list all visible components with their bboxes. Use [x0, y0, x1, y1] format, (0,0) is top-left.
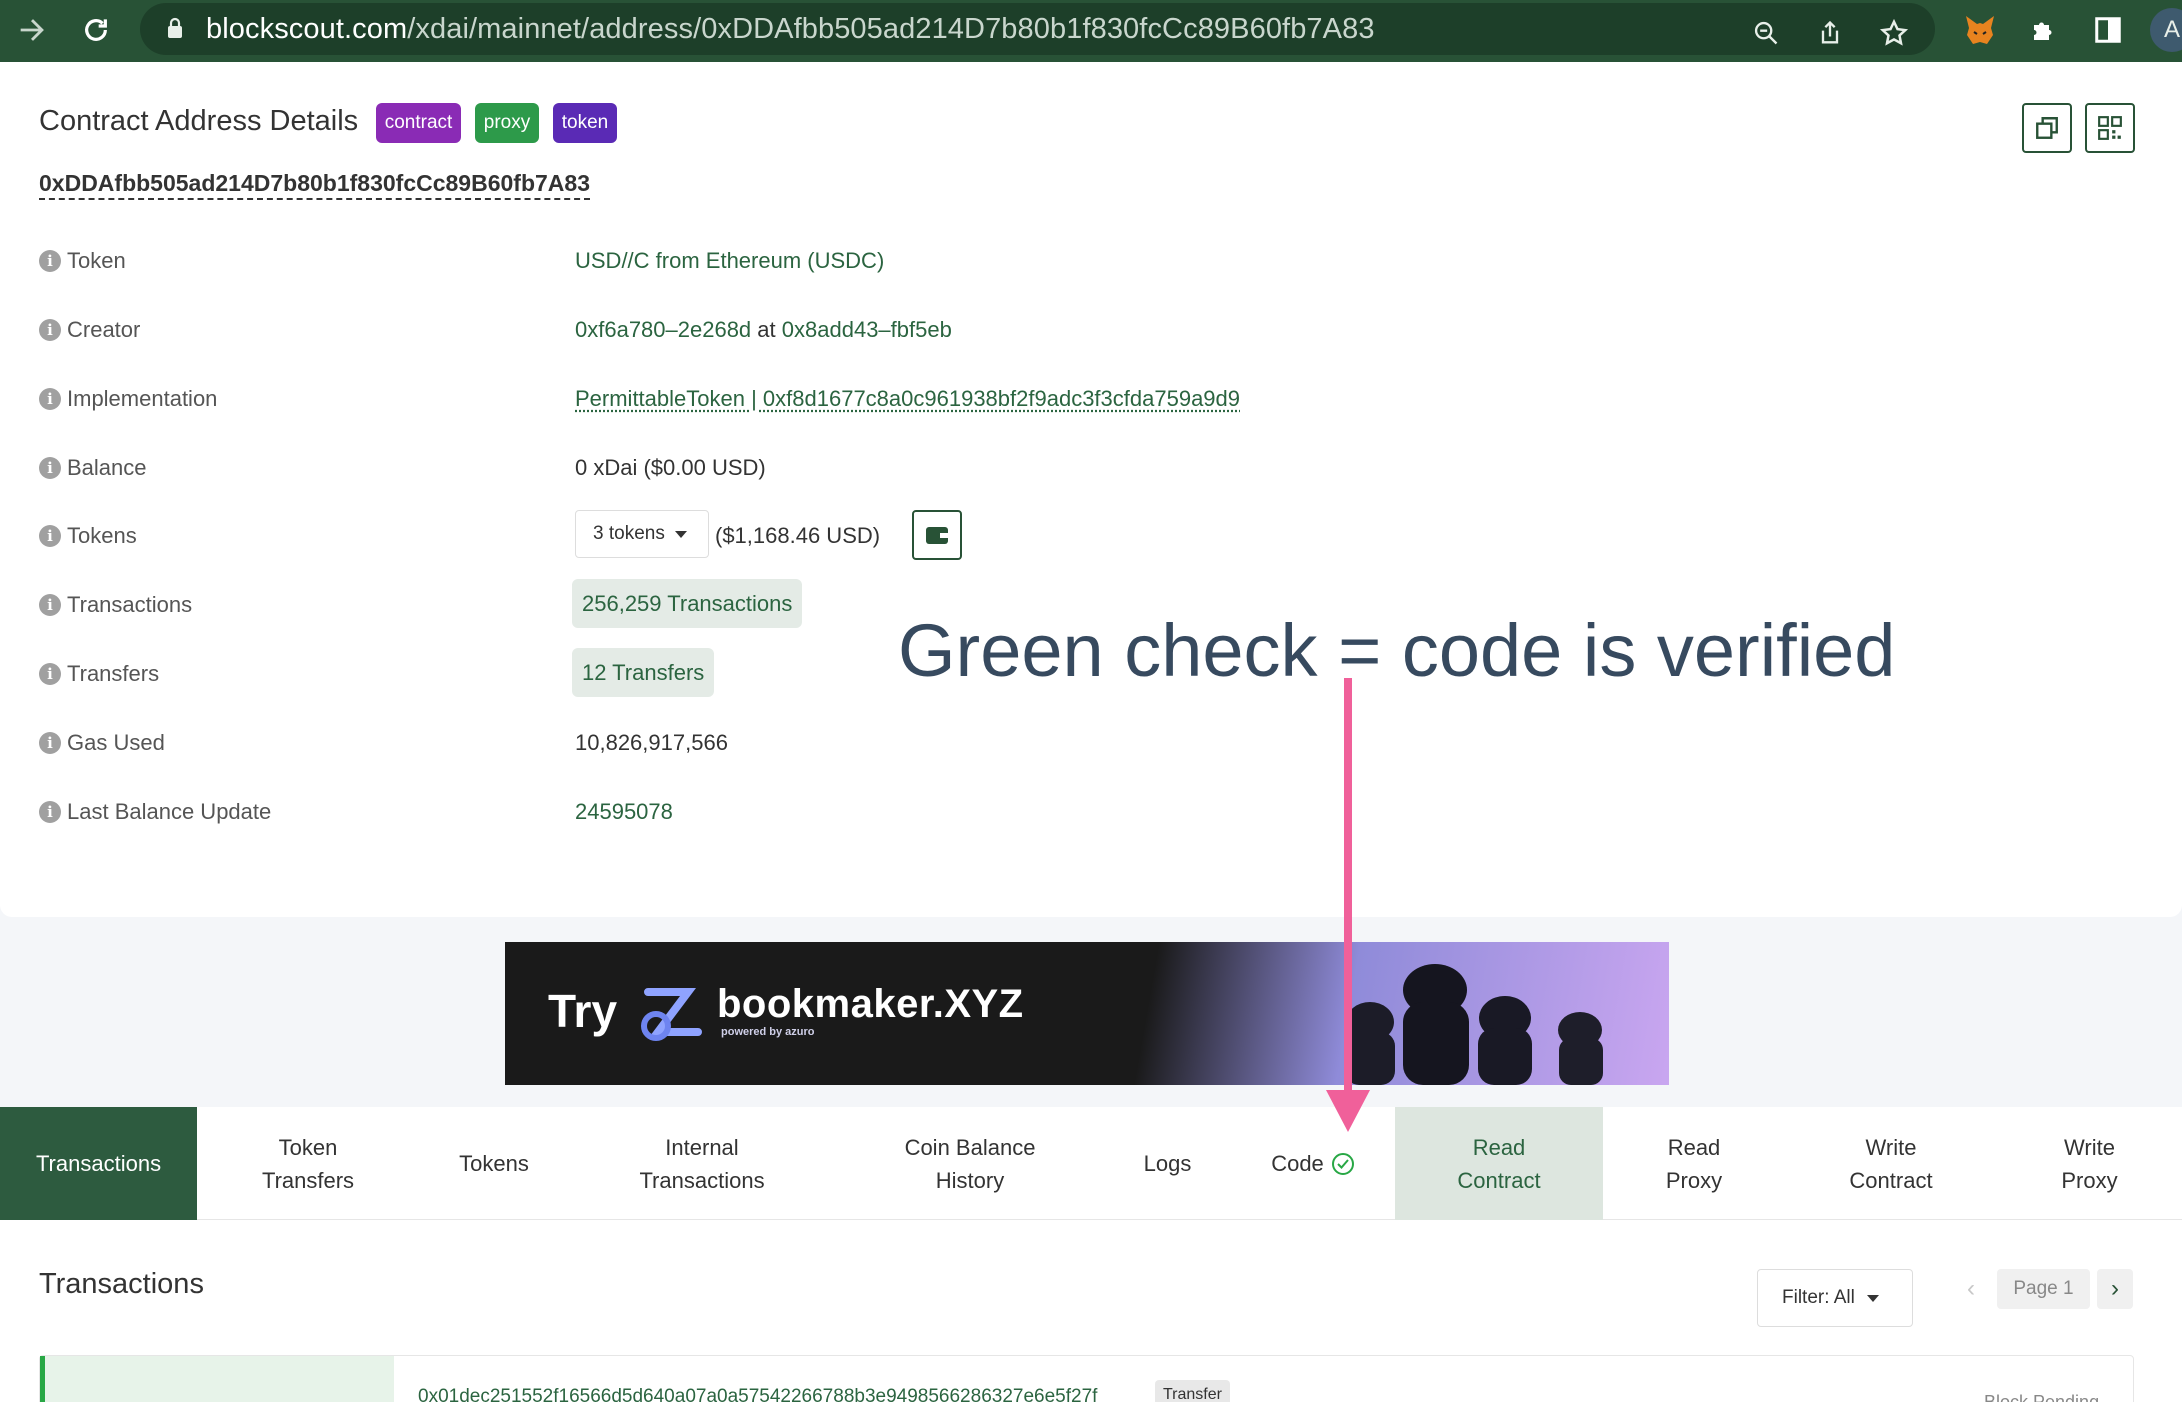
profile-avatar[interactable]: A — [2150, 8, 2182, 52]
tab-token-transfers[interactable]: Token Transfers — [197, 1107, 419, 1220]
qr-code-icon — [2097, 115, 2123, 141]
balance-value: 0 xDai ($0.00 USD) — [575, 455, 766, 481]
tx-status-cell — [40, 1356, 394, 1402]
zoom-icon[interactable] — [1746, 13, 1786, 53]
tx-block-status: Block Pending — [1984, 1392, 2099, 1402]
gas-used-label: i Gas Used — [39, 730, 165, 756]
forward-icon[interactable] — [10, 8, 54, 52]
tx-hash-link[interactable]: 0x01dec251552f16566d5d640a07a0a575422667… — [418, 1386, 1097, 1402]
info-icon[interactable]: i — [39, 594, 61, 616]
browser-toolbar: blockscout.com/xdai/mainnet/address/0xDD… — [0, 0, 2182, 62]
wallet-icon — [924, 524, 950, 546]
last-balance-update-link[interactable]: 24595078 — [575, 799, 673, 825]
tokens-usd-value: ($1,168.46 USD) — [715, 523, 880, 549]
tab-tokens[interactable]: Tokens — [419, 1107, 569, 1220]
metamask-fox-icon[interactable] — [1960, 10, 2000, 50]
caret-down-icon — [675, 531, 687, 538]
info-icon[interactable]: i — [39, 525, 61, 547]
info-icon[interactable]: i — [39, 732, 61, 754]
share-icon[interactable] — [1810, 13, 1850, 53]
transfers-label: i Transfers — [39, 661, 159, 687]
address-bar[interactable]: blockscout.com/xdai/mainnet/address/0xDD… — [140, 3, 1935, 55]
next-page-icon[interactable]: › — [2097, 1269, 2133, 1309]
tab-internal-transactions[interactable]: Internal Transactions — [569, 1107, 835, 1220]
filter-dropdown[interactable]: Filter: All — [1757, 1269, 1913, 1327]
annotation-arrow — [1318, 678, 1378, 1138]
page-indicator: Page 1 — [1997, 1269, 2090, 1309]
verified-annotation: Green check = code is verified — [898, 608, 1895, 693]
implementation-label: i Implementation — [39, 386, 217, 412]
qr-code-button[interactable] — [2085, 103, 2135, 153]
sidebar-toggle-icon[interactable] — [2088, 10, 2128, 50]
ad-powered-text: powered by azuro — [721, 1026, 815, 1038]
tab-write-contract[interactable]: Write Contract — [1785, 1107, 1997, 1220]
tab-write-proxy[interactable]: Write Proxy — [1997, 1107, 2182, 1220]
reload-icon[interactable] — [74, 8, 118, 52]
bookmaker-logo-icon — [638, 982, 708, 1044]
info-icon[interactable]: i — [39, 250, 61, 272]
ad-try-text: Try — [548, 984, 617, 1038]
info-icon[interactable]: i — [39, 457, 61, 479]
token-label: i Token — [39, 248, 126, 274]
extensions-puzzle-icon[interactable] — [2024, 10, 2064, 50]
lock-icon — [166, 17, 184, 39]
transactions-count-pill[interactable]: 256,259 Transactions — [572, 579, 802, 628]
creator-tx-link[interactable]: 0x8add43–fbf5eb — [782, 317, 952, 342]
ad-banner[interactable]: Try bookmaker.XYZ powered by azuro — [505, 942, 1669, 1085]
ad-brand-text: bookmaker.XYZ — [717, 982, 1024, 1027]
tokens-label: i Tokens — [39, 523, 137, 549]
info-icon[interactable]: i — [39, 388, 61, 410]
tokens-dropdown[interactable]: 3 tokens — [575, 510, 709, 558]
contract-address[interactable]: 0xDDAfbb505ad214D7b80b1f830fcCc89B60fb7A… — [39, 170, 590, 200]
info-icon[interactable]: i — [39, 801, 61, 823]
prev-page-icon[interactable]: ‹ — [1953, 1269, 1989, 1309]
tab-read-proxy[interactable]: Read Proxy — [1603, 1107, 1785, 1220]
url-text: blockscout.com/xdai/mainnet/address/0xDD… — [206, 13, 1375, 46]
copy-address-button[interactable] — [2022, 103, 2072, 153]
creator-value: 0xf6a780–2e268d at 0x8add43–fbf5eb — [575, 317, 952, 343]
creator-address-link[interactable]: 0xf6a780–2e268d — [575, 317, 751, 342]
info-icon[interactable]: i — [39, 663, 61, 685]
proxy-badge: proxy — [475, 103, 539, 143]
tab-logs[interactable]: Logs — [1105, 1107, 1230, 1220]
wallet-button[interactable] — [912, 510, 962, 560]
tab-transactions[interactable]: Transactions — [0, 1107, 197, 1220]
implementation-link[interactable]: PermittableToken | 0xf8d1677c8a0c961938b… — [575, 386, 1240, 412]
transactions-label: i Transactions — [39, 592, 192, 618]
verified-check-icon — [1332, 1153, 1354, 1175]
table-row[interactable]: 0x01dec251552f16566d5d640a07a0a575422667… — [39, 1355, 2134, 1402]
transactions-heading: Transactions — [39, 1268, 204, 1301]
balance-label: i Balance — [39, 455, 147, 481]
caret-down-icon — [1867, 1295, 1879, 1302]
creator-at: at — [757, 317, 775, 342]
tab-read-contract[interactable]: Read Contract — [1395, 1107, 1603, 1220]
address-tabs: Transactions Token Transfers Tokens Inter… — [0, 1107, 2182, 1220]
contract-badge: contract — [376, 103, 461, 143]
token-badge: token — [553, 103, 617, 143]
tab-coin-balance-history[interactable]: Coin Balance History — [835, 1107, 1105, 1220]
transactions-section: Transactions Filter: All ‹ Page 1 › 0x01… — [0, 1220, 2182, 1402]
token-value[interactable]: USD//C from Ethereum (USDC) — [575, 248, 884, 274]
info-icon[interactable]: i — [39, 319, 61, 341]
tx-type-badge: Transfer — [1155, 1380, 1230, 1402]
bookmark-star-icon[interactable] — [1874, 13, 1914, 53]
creator-label: i Creator — [39, 317, 140, 343]
last-balance-update-label: i Last Balance Update — [39, 799, 271, 825]
gas-used-value: 10,826,917,566 — [575, 730, 728, 756]
page-title: Contract Address Details — [39, 105, 358, 138]
copy-icon — [2034, 115, 2060, 141]
transfers-count-pill[interactable]: 12 Transfers — [572, 648, 714, 697]
